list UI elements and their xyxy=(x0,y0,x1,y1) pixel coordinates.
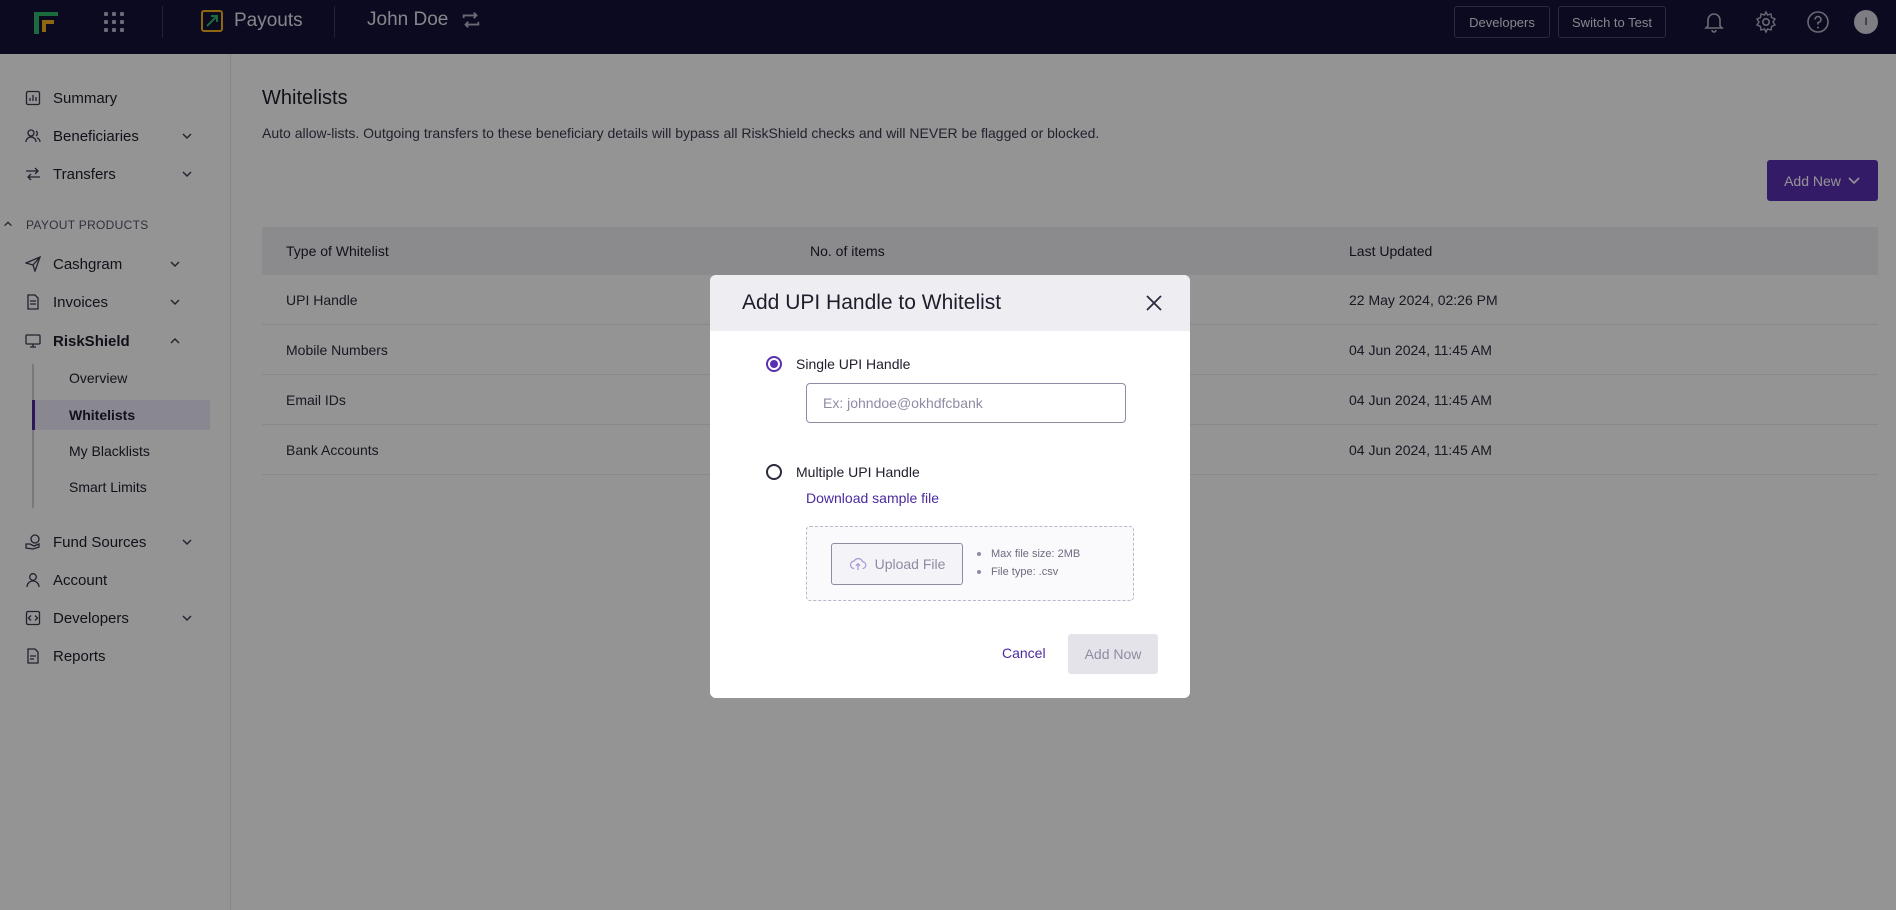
file-dropzone[interactable]: Upload File Max file size: 2MB File type… xyxy=(806,526,1134,601)
multiple-upi-label[interactable]: Multiple UPI Handle xyxy=(796,464,920,480)
multiple-upi-radio[interactable] xyxy=(766,464,782,480)
add-now-button[interactable]: Add Now xyxy=(1068,634,1158,674)
requirement-text: Max file size: 2MB xyxy=(991,548,1081,560)
upload-file-label: Upload File xyxy=(874,556,946,572)
upload-file-button[interactable]: Upload File xyxy=(831,543,963,585)
cloud-upload-icon xyxy=(849,558,866,570)
requirement-item: File type: .csv xyxy=(977,566,1058,578)
bullet-icon xyxy=(977,570,981,574)
single-upi-radio[interactable] xyxy=(766,356,782,372)
requirement-text: File type: .csv xyxy=(991,566,1059,578)
bullet-icon xyxy=(977,552,981,556)
add-upi-handle-modal: Add UPI Handle to Whitelist Single UPI H… xyxy=(710,275,1190,698)
download-sample-link[interactable]: Download sample file xyxy=(806,490,939,506)
requirement-item: Max file size: 2MB xyxy=(977,548,1080,560)
upi-handle-input[interactable] xyxy=(806,383,1126,423)
close-icon[interactable] xyxy=(1142,291,1166,315)
single-upi-label[interactable]: Single UPI Handle xyxy=(796,356,910,372)
modal-header: Add UPI Handle to Whitelist xyxy=(710,275,1190,331)
cancel-button[interactable]: Cancel xyxy=(1002,645,1046,661)
modal-title: Add UPI Handle to Whitelist xyxy=(742,291,1002,314)
